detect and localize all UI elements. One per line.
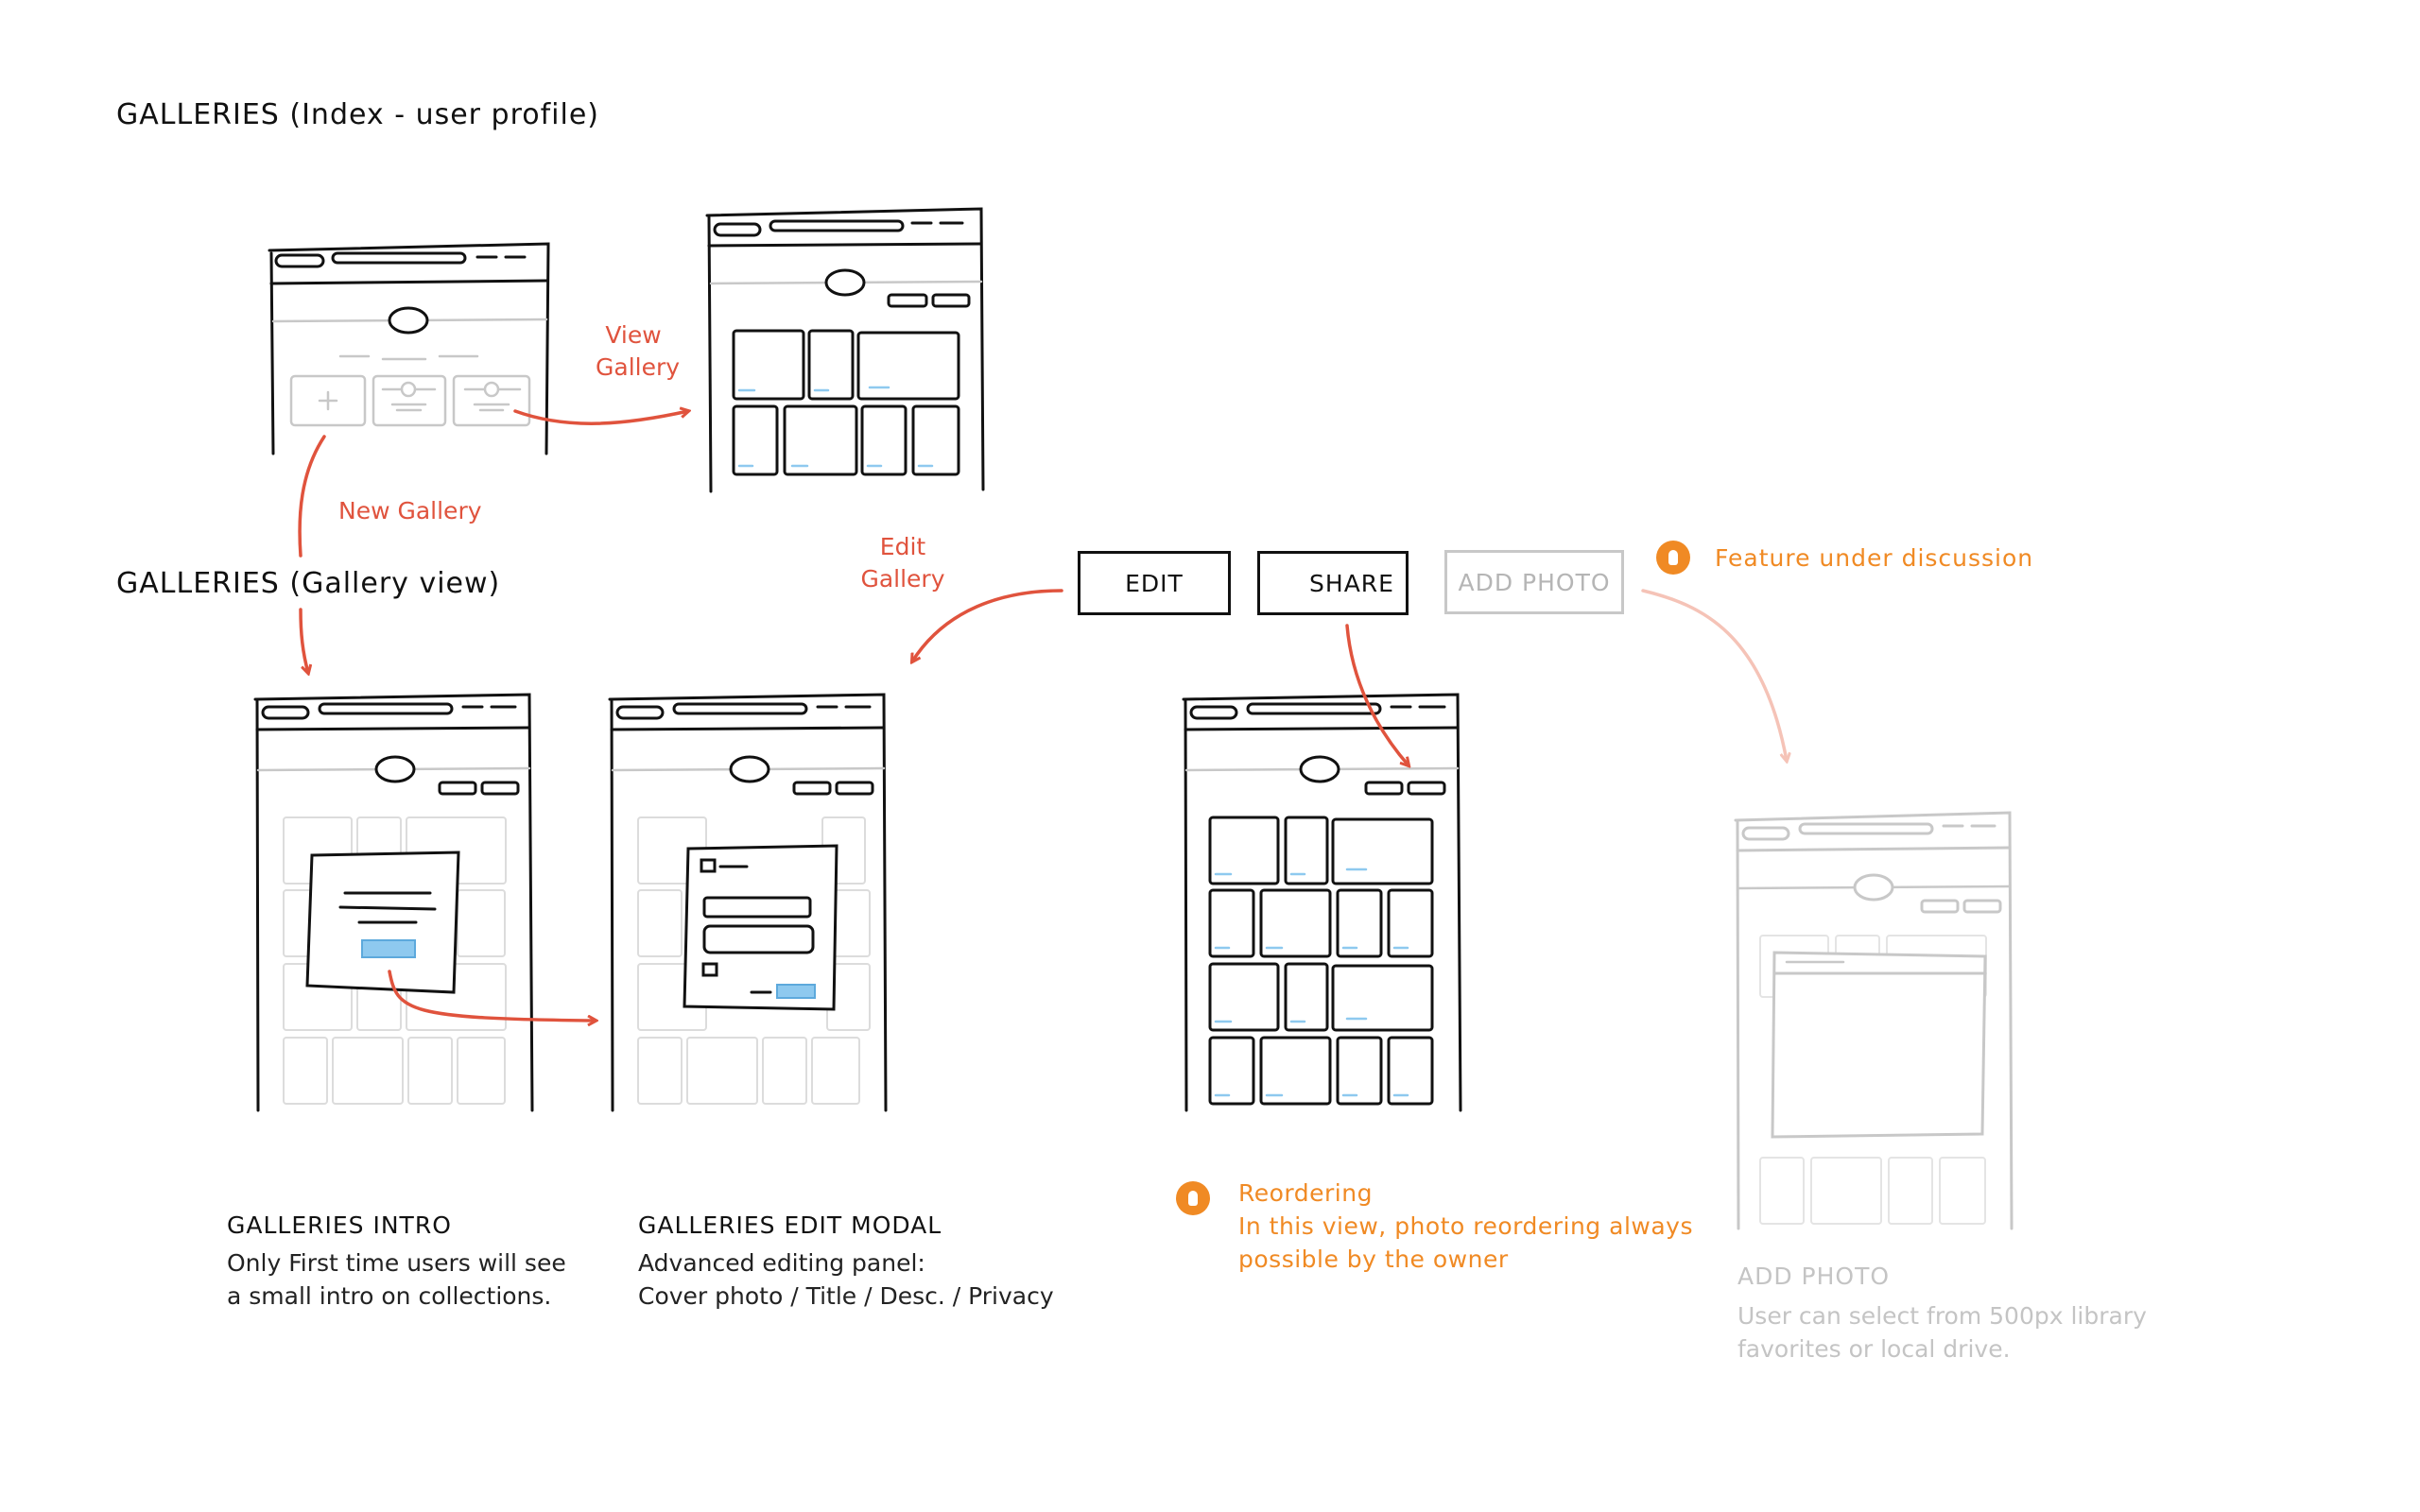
flow-label-edit-gallery: Edit Gallery bbox=[860, 531, 945, 595]
exclamation-badge-icon bbox=[1176, 1181, 1210, 1215]
flow-label-edit-line1: Edit bbox=[879, 533, 926, 560]
caption-intro-line2: a small intro on collections. bbox=[227, 1282, 552, 1310]
caption-intro: GALLERIES INTRO Only First time users wi… bbox=[227, 1211, 566, 1313]
arrow-new-gallery-bottom bbox=[299, 608, 308, 673]
wireframe-add-photo bbox=[1734, 811, 2014, 1230]
arrow-add-photo bbox=[1641, 589, 1787, 761]
arrow-new-gallery-top bbox=[298, 435, 326, 558]
wireframe-intro bbox=[253, 693, 534, 1112]
caption-edit-modal-line2: Cover photo / Title / Desc. / Privacy bbox=[638, 1282, 1054, 1310]
caption-add-photo: ADD PHOTO User can select from 500px lib… bbox=[1737, 1263, 2147, 1366]
note-reordering-line1: In this view, photo reordering always bbox=[1238, 1212, 1693, 1240]
note-feature-under-discussion: Feature under discussion bbox=[1715, 544, 2034, 572]
wireframe-gallery bbox=[705, 207, 985, 493]
note-reordering: Reordering In this view, photo reorderin… bbox=[1238, 1177, 1693, 1276]
share-button[interactable]: SHARE bbox=[1257, 551, 1409, 615]
add-photo-button[interactable]: ADD PHOTO bbox=[1444, 550, 1624, 614]
caption-add-photo-line1: User can select from 500px library bbox=[1737, 1302, 2147, 1330]
note-reordering-title: Reordering bbox=[1238, 1179, 1373, 1207]
exclamation-badge-icon bbox=[1656, 541, 1690, 575]
share-button-label: SHARE bbox=[1309, 569, 1394, 597]
arrow-edit-gallery bbox=[912, 589, 1063, 662]
flow-label-view-line1: View bbox=[605, 321, 662, 349]
wireframe-reorder bbox=[1182, 693, 1462, 1112]
flow-label-view-line2: Gallery bbox=[596, 353, 681, 381]
wireframe-edit-modal bbox=[608, 693, 888, 1112]
flow-label-view-gallery: View Gallery bbox=[596, 319, 681, 384]
arrow-view-gallery bbox=[513, 411, 688, 425]
edit-button[interactable]: EDIT bbox=[1078, 551, 1231, 615]
caption-edit-modal: GALLERIES EDIT MODAL Advanced editing pa… bbox=[638, 1211, 1054, 1313]
note-reordering-line2: possible by the owner bbox=[1238, 1246, 1509, 1273]
caption-add-photo-line2: favorites or local drive. bbox=[1737, 1335, 2011, 1363]
caption-add-photo-title: ADD PHOTO bbox=[1737, 1263, 1891, 1290]
caption-edit-modal-line1: Advanced editing panel: bbox=[638, 1249, 925, 1277]
flow-label-new-gallery: New Gallery bbox=[338, 497, 482, 524]
wireframe-index bbox=[268, 242, 550, 455]
caption-edit-modal-title: GALLERIES EDIT MODAL bbox=[638, 1211, 942, 1239]
caption-intro-title: GALLERIES INTRO bbox=[227, 1211, 452, 1239]
flow-label-edit-line2: Gallery bbox=[860, 565, 945, 593]
caption-intro-line1: Only First time users will see bbox=[227, 1249, 566, 1277]
